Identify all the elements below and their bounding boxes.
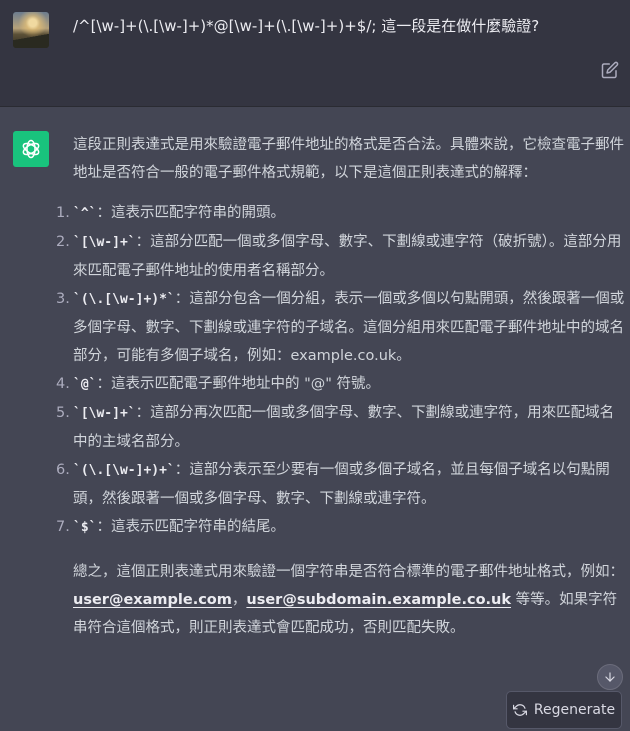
explanation-list: 1. `^`：這表示匹配字符串的開頭。 2. `[\w-]+`：這部分匹配一個或多個… bbox=[56, 199, 625, 542]
list-item: 4. `@`：這表示匹配電子郵件地址中的 "@" 符號。 bbox=[56, 376, 381, 392]
answer-intro: 這段正則表達式是用來驗證電子郵件地址的格式是否合法。具體來說，它檢查電子郵件地址… bbox=[73, 137, 624, 181]
example-email-2: user@subdomain.example.co.uk bbox=[246, 592, 512, 608]
user-message-text: /^[\w-]+(\.[\w-]+)*@[\w-]+(\.[\w-]+)+$/;… bbox=[73, 17, 540, 35]
edit-icon[interactable] bbox=[601, 61, 619, 79]
list-item: 6. `(\.[\w-]+)+`：這部分表示至少要有一個或多個子域名，並且每個子域… bbox=[56, 462, 610, 507]
list-item: 3. `(\.[\w-]+)*`：這部分包含一個分組，表示一個或多個以句點開頭，然… bbox=[56, 291, 625, 364]
list-item: 5. `[\w-]+`：這部分再次匹配一個或多個字母、數字、下劃線或連字符，用來匹… bbox=[56, 405, 615, 450]
assistant-avatar bbox=[13, 131, 49, 167]
regenerate-label: Regenerate bbox=[533, 702, 616, 718]
regenerate-button[interactable]: Regenerate bbox=[506, 691, 622, 729]
user-avatar bbox=[13, 12, 49, 48]
arrow-down-icon bbox=[605, 672, 615, 682]
openai-logo-icon bbox=[22, 139, 40, 159]
user-message-row: /^[\w-]+(\.[\w-]+)*@[\w-]+(\.[\w-]+)+$/;… bbox=[0, 0, 630, 107]
list-item: 2. `[\w-]+`：這部分匹配一個或多個字母、數字、下劃線或連字符（破折號）。… bbox=[56, 234, 622, 279]
answer-summary: 總之，這個正則表達式用來驗證一個字符串是否符合標準的電子郵件地址格式，例如：us… bbox=[73, 564, 624, 636]
list-item: 7. `$`：這表示匹配字符串的結尾。 bbox=[56, 519, 285, 535]
scroll-to-bottom-button[interactable] bbox=[597, 664, 623, 690]
assistant-message: 這段正則表達式是用來驗證電子郵件地址的格式是否合法。具體來說，它檢查電子郵件地址… bbox=[56, 131, 625, 642]
refresh-icon bbox=[512, 704, 527, 716]
example-email-1: user@example.com bbox=[73, 592, 232, 608]
list-item: 1. `^`：這表示匹配字符串的開頭。 bbox=[56, 205, 285, 221]
